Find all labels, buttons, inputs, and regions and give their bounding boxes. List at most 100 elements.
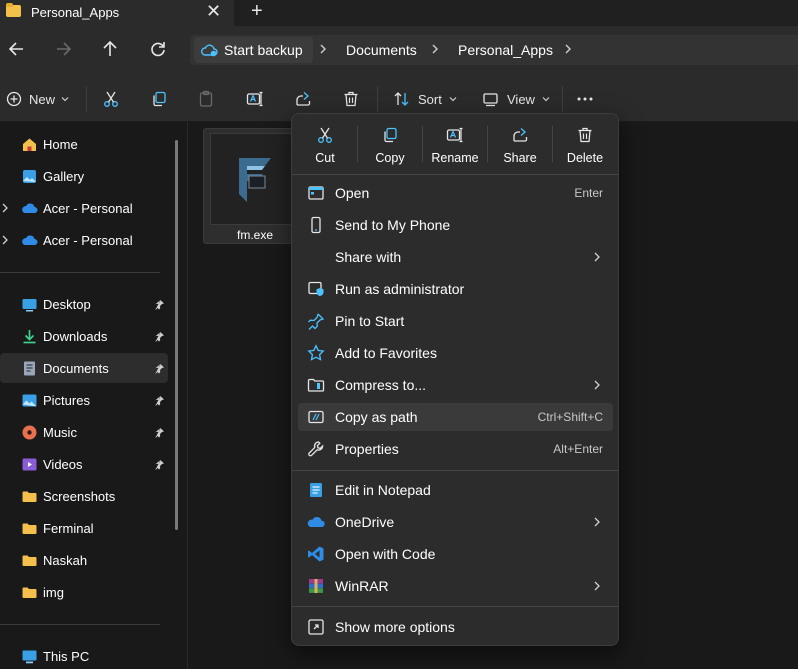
menu-item-label: Pin to Start	[335, 313, 405, 329]
sidebar-item-downloads[interactable]: Downloads	[0, 321, 168, 351]
delete-action[interactable]: Delete	[555, 124, 615, 170]
new-button[interactable]: New	[6, 88, 69, 110]
cloud-backup-icon	[201, 44, 218, 57]
menu-item-show-more-options[interactable]: Show more options	[298, 613, 613, 641]
sidebar-item-img[interactable]: img	[0, 577, 168, 607]
open-window-icon	[308, 186, 324, 200]
sidebar-item-onedrive-1[interactable]: Acer - Personal	[0, 193, 168, 223]
pin-icon[interactable]	[154, 459, 165, 470]
address-bar[interactable]: Start backup Documents Personal_Apps	[190, 35, 798, 65]
download-icon	[23, 329, 36, 343]
share-button[interactable]	[294, 88, 312, 110]
menu-item-share-with[interactable]: Share with	[298, 243, 613, 271]
home-icon	[23, 138, 36, 151]
breadcrumb-personal-apps[interactable]: Personal_Apps	[458, 42, 553, 58]
sidebar-item-home[interactable]: Home	[0, 129, 168, 159]
rename-label: Rename	[431, 151, 479, 165]
copy-button[interactable]	[150, 88, 168, 110]
menu-item-edit-in-notepad[interactable]: Edit in Notepad	[298, 476, 613, 504]
pin-icon[interactable]	[154, 363, 165, 374]
menu-item-properties[interactable]: Properties Alt+Enter	[298, 435, 613, 463]
chevron-down-icon	[542, 97, 550, 102]
menu-item-copy-as-path[interactable]: Copy as path Ctrl+Shift+C	[298, 403, 613, 431]
see-more-button[interactable]	[576, 88, 594, 110]
phone-icon	[311, 216, 321, 234]
sidebar-item-label: Documents	[43, 360, 109, 376]
share-action[interactable]: Share	[490, 124, 550, 170]
rename-action[interactable]: Rename	[425, 124, 485, 170]
pin-icon[interactable]	[154, 427, 165, 438]
chevron-right-icon[interactable]	[563, 41, 573, 57]
onedrive-cloud-icon	[22, 235, 38, 245]
rename-button[interactable]	[246, 88, 264, 110]
chevron-right-icon	[594, 517, 600, 527]
tab-personal-apps[interactable]: Personal_Apps ✕	[0, 0, 234, 26]
start-backup-button[interactable]: Start backup	[194, 37, 313, 63]
menu-item-open-with-code[interactable]: Open with Code	[298, 540, 613, 568]
notepad-icon	[310, 483, 322, 497]
folder-icon	[22, 587, 37, 598]
menu-item-open[interactable]: Open Enter	[298, 179, 613, 207]
sidebar-item-naskah[interactable]: Naskah	[0, 545, 168, 575]
chevron-right-icon[interactable]	[318, 41, 328, 57]
shield-admin-icon	[308, 281, 324, 297]
cut-action[interactable]: Cut	[295, 124, 355, 170]
sidebar-item-documents[interactable]: Documents	[0, 353, 168, 383]
sort-button[interactable]: Sort	[393, 88, 457, 110]
menu-item-onedrive[interactable]: OneDrive	[298, 508, 613, 536]
shortcut-text: Alt+Enter	[553, 442, 603, 456]
sidebar-item-videos[interactable]: Videos	[0, 449, 168, 479]
menu-item-winrar[interactable]: WinRAR	[298, 572, 613, 600]
menu-item-pin-to-start[interactable]: Pin to Start	[298, 307, 613, 335]
rename-icon	[246, 91, 263, 107]
sidebar-item-ferminal[interactable]: Ferminal	[0, 513, 168, 543]
menu-item-send-to-my-phone[interactable]: Send to My Phone	[298, 211, 613, 239]
desktop-icon	[22, 298, 37, 311]
sidebar-item-pictures[interactable]: Pictures	[0, 385, 168, 415]
sidebar-item-label: Music	[43, 424, 77, 440]
menu-item-label: Open	[335, 185, 370, 201]
sidebar-item-screenshots[interactable]: Screenshots	[0, 481, 168, 511]
chevron-right-icon[interactable]	[430, 41, 440, 57]
context-menu: Cut Copy Rename Share Delete Open Enter …	[291, 113, 619, 646]
view-button[interactable]: View	[482, 88, 550, 110]
copy-action[interactable]: Copy	[360, 124, 420, 170]
sidebar-scrollbar[interactable]	[175, 140, 178, 530]
menu-item-label: Send to My Phone	[335, 217, 451, 233]
cut-button[interactable]	[102, 88, 120, 110]
sidebar-item-label: Home	[43, 136, 78, 152]
forward-arrow-icon[interactable]	[52, 38, 74, 60]
copy-icon	[153, 91, 166, 107]
copy-path-icon	[308, 410, 324, 424]
plus-circle-icon	[6, 91, 22, 107]
sidebar-item-desktop[interactable]: Desktop	[0, 289, 168, 319]
address-row: Start backup Documents Personal_Apps	[0, 26, 798, 74]
new-tab-icon[interactable]: +	[251, 0, 263, 22]
pin-icon[interactable]	[154, 395, 165, 406]
pin-icon[interactable]	[154, 331, 165, 342]
sidebar-item-label: Videos	[43, 456, 83, 472]
paste-button[interactable]	[197, 88, 215, 110]
sidebar-item-label: This PC	[43, 648, 90, 664]
refresh-icon[interactable]	[147, 38, 169, 60]
pin-icon[interactable]	[154, 299, 165, 310]
menu-item-add-to-favorites[interactable]: Add to Favorites	[298, 339, 613, 367]
breadcrumb-documents[interactable]: Documents	[346, 42, 417, 58]
back-arrow-icon[interactable]	[6, 38, 28, 60]
shortcut-text: Ctrl+Shift+C	[537, 410, 603, 424]
divider	[0, 272, 160, 273]
close-tab-icon[interactable]: ✕	[206, 1, 221, 21]
menu-item-label: OneDrive	[335, 514, 395, 530]
sidebar-item-label: Naskah	[43, 552, 88, 568]
sidebar-item-music[interactable]: Music	[0, 417, 168, 447]
menu-item-label: Add to Favorites	[335, 345, 437, 361]
delete-button[interactable]	[342, 88, 360, 110]
divider	[86, 86, 87, 112]
more-dots-icon	[577, 97, 593, 101]
menu-item-compress-to[interactable]: Compress to...	[298, 371, 613, 399]
sidebar-item-onedrive-2[interactable]: Acer - Personal	[0, 225, 168, 255]
sidebar-item-this-pc[interactable]: This PC	[0, 641, 168, 669]
sidebar-item-gallery[interactable]: Gallery	[0, 161, 168, 191]
up-arrow-icon[interactable]	[99, 38, 121, 60]
menu-item-run-as-administrator[interactable]: Run as administrator	[298, 275, 613, 303]
